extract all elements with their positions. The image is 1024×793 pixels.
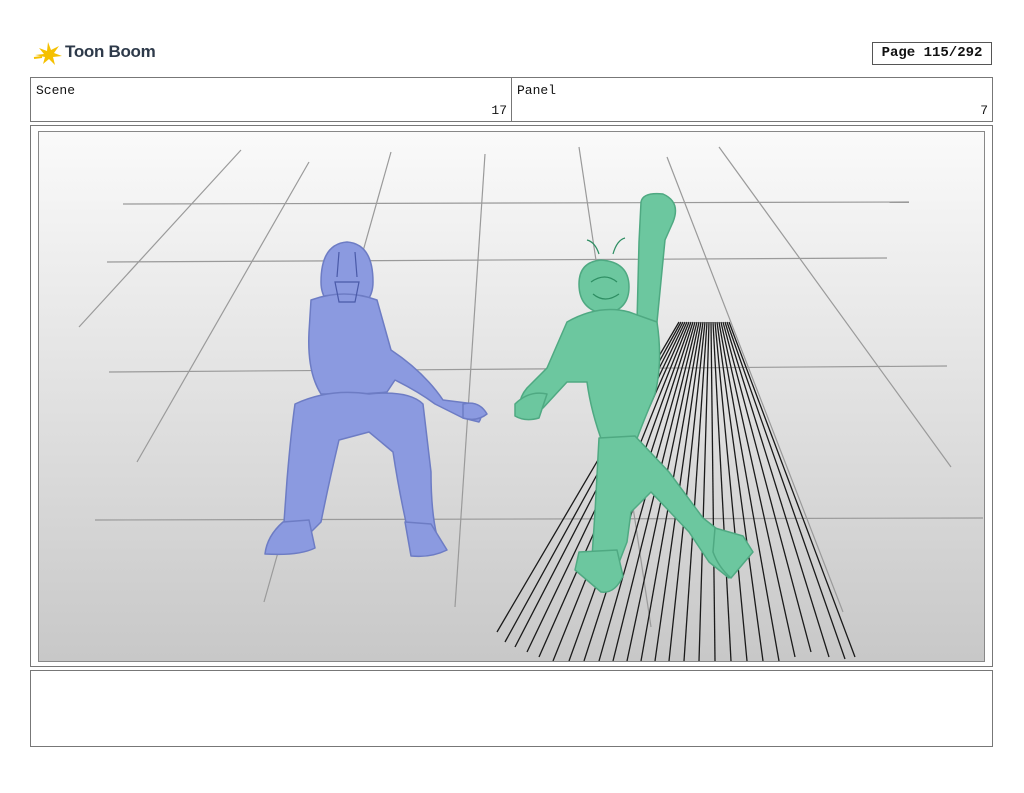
toon-boom-logo: Toon Boom [33,38,163,70]
scene-panel-header: Scene 17 Panel 7 [30,77,993,122]
panel-number: 7 [980,103,988,118]
storyboard-panel [30,125,993,667]
panel-label: Panel [517,83,557,98]
background-gradient [39,132,984,661]
logo-star-icon [33,42,62,65]
scene-label: Scene [36,83,76,98]
scene-number: 17 [491,103,507,118]
panel-drawing [38,131,985,662]
scene-cell: Scene 17 [31,78,511,121]
logo-text: Toon Boom [65,42,156,61]
panel-cell: Panel 7 [511,78,992,121]
sketch-illustration [39,132,984,661]
page-number: Page 115/292 [872,42,992,65]
notes-box [30,670,993,747]
